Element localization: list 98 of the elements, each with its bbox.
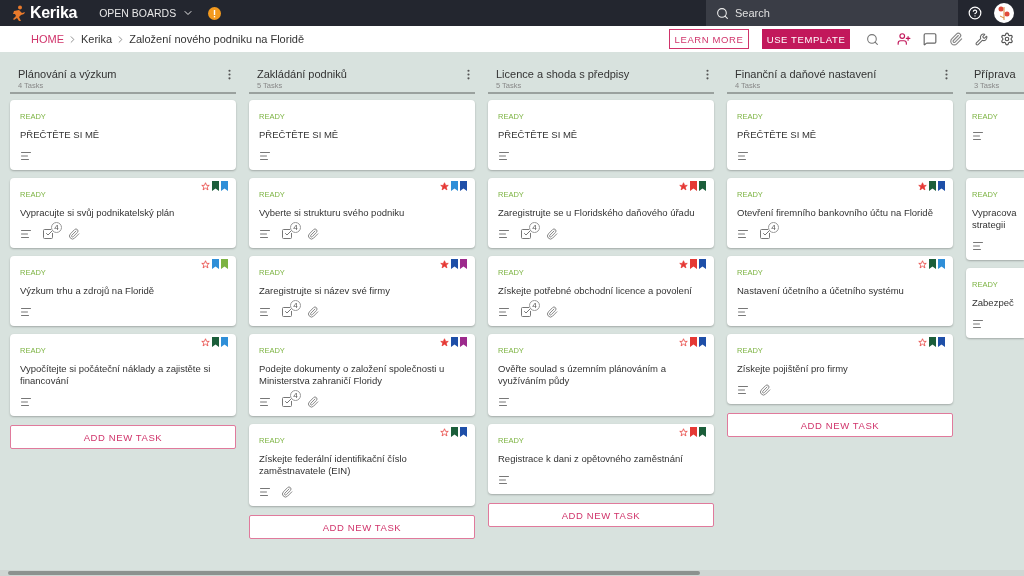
task-title: PŘEČTĚTE SI MĚ (20, 129, 101, 141)
task-title: Otevření firemního bankovního účtu na Floridě (737, 207, 934, 219)
scrollbar[interactable] (0, 570, 1024, 576)
add-person-icon[interactable] (897, 32, 911, 46)
checklist-icon (42, 228, 54, 240)
task-title: Výzkum trhu a zdrojů na Floridě (20, 285, 156, 297)
description-icon (972, 240, 984, 252)
wrench-icon[interactable] (975, 32, 988, 46)
checklist-count: 4 (290, 300, 301, 311)
task-title: Vypracujte si svůj podnikatelský plán (20, 207, 176, 219)
breadcrumb-link[interactable]: Založení nového podniku na Floridě (129, 33, 305, 45)
add-task-button[interactable]: ADD NEW TASK (488, 503, 714, 527)
task-title: PŘEČTĚTE SI MĚ (259, 129, 340, 141)
checklist-icon (759, 228, 771, 240)
description-icon (259, 396, 271, 408)
learn-more-button[interactable]: LEARN MORE (669, 29, 749, 49)
column-title: Příprava (974, 68, 1017, 80)
open-boards-menu[interactable]: OPEN BOARDS (99, 7, 195, 19)
description-icon (20, 150, 32, 162)
task-title: Získejte federální identifikační číslo zaměstnavatele (EIN) (259, 453, 408, 477)
checklist-count: 4 (290, 390, 301, 401)
checklist-count: 4 (51, 222, 62, 233)
task-title: Získejte pojištění pro firmy (737, 363, 849, 375)
checklist-count: 4 (290, 222, 301, 233)
column-title: Licence a shoda s předpisy (496, 68, 631, 80)
paperclip-icon[interactable] (949, 32, 963, 46)
star-icon[interactable] (918, 337, 927, 347)
add-task-button[interactable]: ADD NEW TASK (10, 425, 236, 449)
star-icon[interactable] (918, 259, 927, 269)
column-title: Plánování a výzkum (18, 68, 118, 80)
task-title: Vypracova strategii (972, 207, 1018, 231)
settings-icon[interactable] (1000, 32, 1014, 46)
task-title: Získejte potřebné obchodní licence a povolení (498, 285, 693, 297)
description-icon (498, 306, 510, 318)
search-icon (716, 6, 729, 20)
add-task-button[interactable]: ADD NEW TASK (727, 413, 953, 437)
description-icon (259, 150, 271, 162)
checklist-icon (281, 396, 293, 408)
star-icon[interactable] (201, 259, 210, 269)
add-task-button[interactable]: ADD NEW TASK (249, 515, 475, 539)
description-icon (737, 228, 749, 240)
description-icon (20, 306, 32, 318)
description-icon (498, 150, 510, 162)
star-icon[interactable] (918, 181, 927, 191)
description-icon (259, 306, 271, 318)
description-icon (498, 228, 510, 240)
checklist-icon (520, 228, 532, 240)
app-logo: Kerika (30, 4, 78, 22)
star-icon[interactable] (679, 181, 688, 191)
description-icon (737, 306, 749, 318)
checklist-icon (520, 306, 532, 318)
checklist-icon (281, 228, 293, 240)
task-title: PŘEČTĚTE SI MĚ (498, 129, 579, 141)
checklist-count: 4 (768, 222, 779, 233)
star-icon[interactable] (440, 181, 449, 191)
task-title: Zaregistrujte se u Floridského daňového úřadu (498, 207, 696, 219)
description-icon (737, 384, 749, 396)
breadcrumb-link[interactable]: HOME (31, 33, 64, 45)
alert-icon[interactable] (208, 6, 222, 20)
star-icon[interactable] (679, 337, 688, 347)
search-field[interactable]: Search (706, 0, 958, 26)
star-icon[interactable] (201, 337, 210, 347)
column-title: Zakládání podniků (257, 68, 348, 80)
runner-logo-icon (12, 5, 26, 21)
task-title: Registrace k dani z opětovného zaměstnání (498, 453, 684, 465)
description-icon (259, 228, 271, 240)
star-icon[interactable] (679, 427, 688, 437)
task-title: Ověřte soulad s územním plánováním a využíváním půdy (498, 363, 667, 387)
task-title: Zabezpeč (972, 297, 1015, 309)
description-icon (972, 318, 984, 330)
description-icon (737, 150, 749, 162)
description-icon (20, 228, 32, 240)
search-icon[interactable] (866, 32, 879, 46)
checklist-icon (281, 306, 293, 318)
breadcrumb-link[interactable]: Kerika (81, 33, 113, 45)
task-title: Podejte dokumenty o založení společnosti u Ministerstva zahraničí Floridy (259, 363, 446, 387)
chat-icon[interactable] (923, 32, 937, 46)
star-icon[interactable] (440, 337, 449, 347)
task-title: Nastavení účetního a účetního systému (737, 285, 905, 297)
description-icon (259, 486, 271, 498)
task-title: Zaregistrujte si název své firmy (259, 285, 391, 297)
description-icon (972, 130, 984, 142)
use-template-button[interactable]: USE TEMPLATE (762, 29, 850, 49)
task-title: PŘEČTĚTE SI MĚ (737, 129, 818, 141)
help-icon[interactable] (968, 6, 982, 20)
description-icon (20, 396, 32, 408)
column-title: Finanční a daňové nastavení (735, 68, 878, 80)
avatar[interactable] (994, 3, 1014, 23)
star-icon[interactable] (440, 427, 449, 437)
checklist-count: 4 (529, 300, 540, 311)
task-title: Vypočítejte si počáteční náklady a zajistěte si financování (20, 363, 212, 387)
description-icon (498, 396, 510, 408)
star-icon[interactable] (679, 259, 688, 269)
star-icon[interactable] (201, 181, 210, 191)
checklist-count: 4 (529, 222, 540, 233)
task-title: Vyberte si strukturu svého podniku (259, 207, 406, 219)
description-icon (498, 474, 510, 486)
star-icon[interactable] (440, 259, 449, 269)
